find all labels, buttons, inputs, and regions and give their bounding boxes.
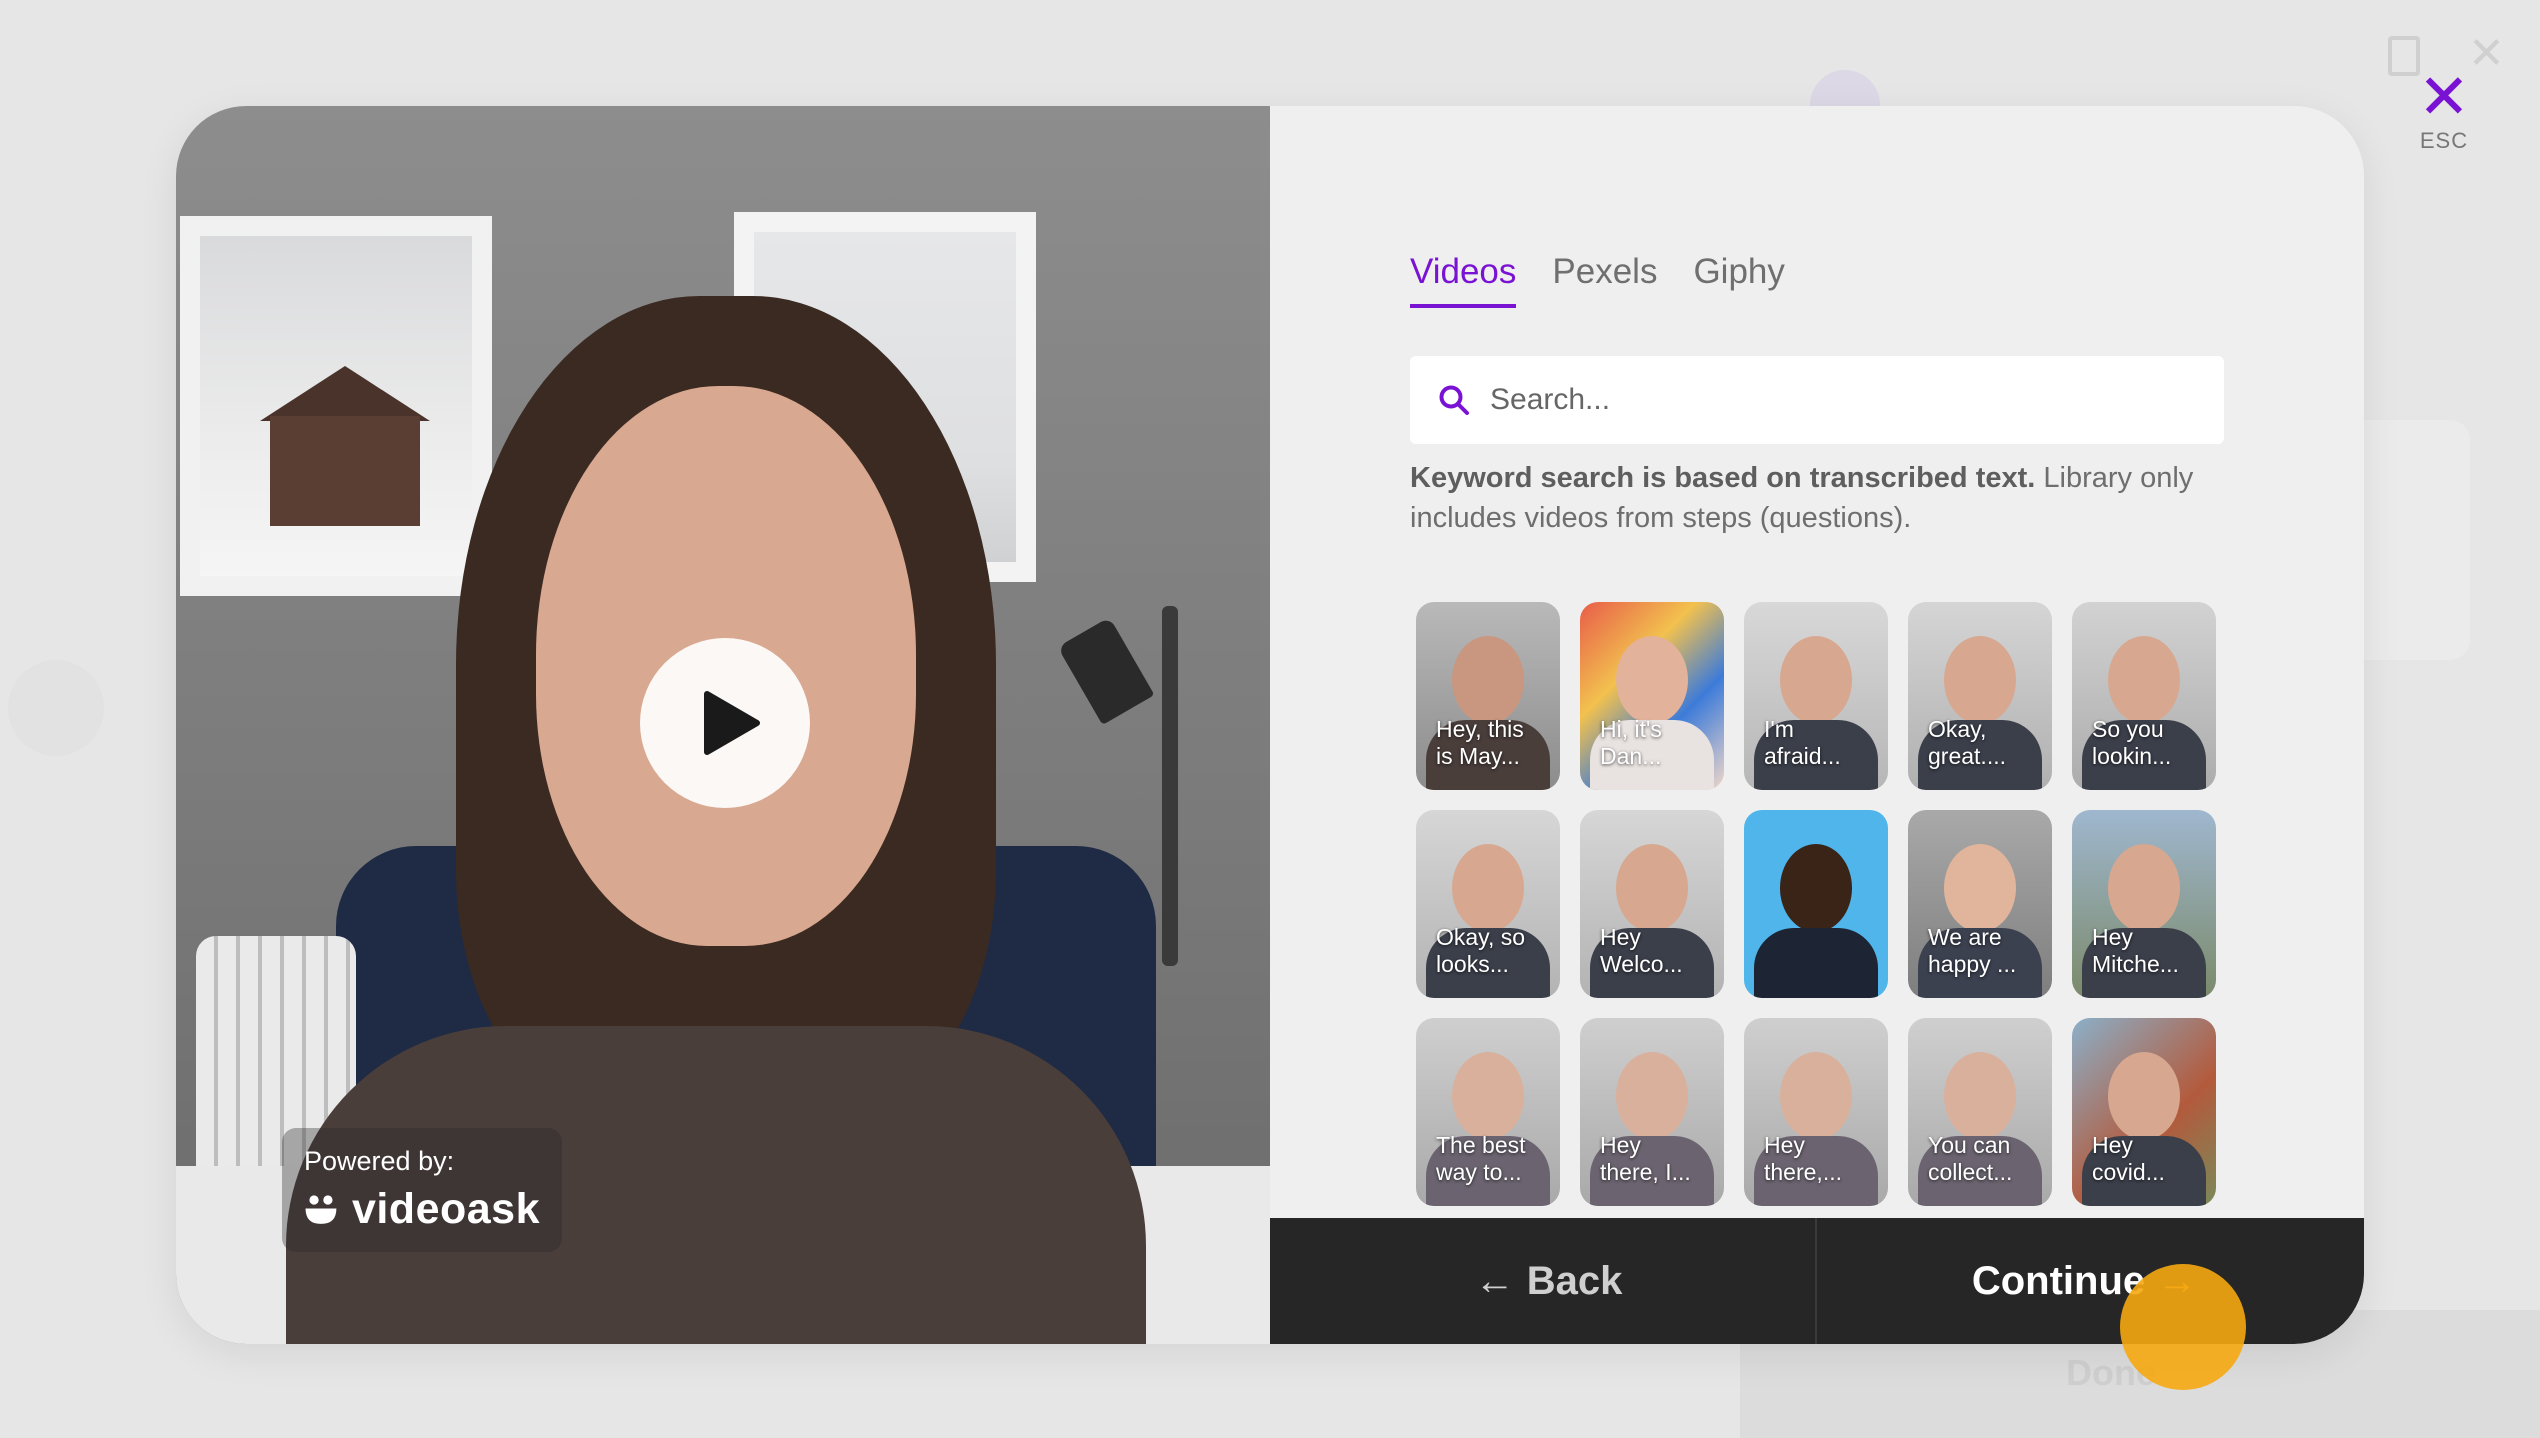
brand-name: videoask — [351, 1185, 540, 1233]
back-button[interactable]: ← Back — [1270, 1218, 1817, 1344]
lamp — [1057, 617, 1155, 725]
video-thumbnail[interactable]: Hey covid... — [2072, 1018, 2216, 1206]
library-pane: Videos Pexels Giphy Keyword search is ba… — [1270, 106, 2364, 1344]
video-thumbnail[interactable]: Okay, so looks... — [1416, 810, 1560, 998]
powered-by-label: Powered by: — [304, 1146, 455, 1176]
close-icon: ✕ — [2418, 63, 2470, 132]
arrow-left-icon: ← — [1474, 1258, 1515, 1303]
video-thumbnail[interactable]: Hey Welco... — [1580, 810, 1724, 998]
videoask-logo-icon — [305, 1194, 337, 1224]
play-button[interactable] — [640, 638, 810, 808]
search-hint: Keyword search is based on transcribed t… — [1410, 458, 2230, 538]
wall-picture — [180, 216, 492, 596]
video-thumbnail[interactable]: Hi, it's Dan... — [1580, 602, 1724, 790]
tab-giphy[interactable]: Giphy — [1693, 252, 1784, 308]
play-icon — [704, 691, 760, 755]
back-label: Back — [1526, 1258, 1623, 1303]
tab-videos[interactable]: Videos — [1410, 252, 1517, 308]
video-thumbnail[interactable]: Hey there,... — [1744, 1018, 1888, 1206]
close-modal-button[interactable]: ✕ ESC — [2416, 63, 2472, 154]
video-thumbnail[interactable]: Okay, great.... — [1908, 602, 2052, 790]
video-thumbnail[interactable]: So you lookin... — [2072, 602, 2216, 790]
video-thumbnail[interactable]: You can collect... — [1908, 1018, 2052, 1206]
video-thumbnail[interactable]: Hey there, I... — [1580, 1018, 1724, 1206]
close-icon: ✕ — [2468, 29, 2505, 78]
tab-pexels[interactable]: Pexels — [1552, 252, 1657, 308]
continue-button[interactable]: Continue → — [1817, 1218, 2364, 1344]
video-thumbnail[interactable]: The best way to... — [1416, 1018, 1560, 1206]
powered-by-badge[interactable]: Powered by: videoask — [282, 1128, 562, 1252]
video-thumbnail[interactable]: Hey Mitche... — [2072, 810, 2216, 998]
continue-label: Continue — [1971, 1258, 2146, 1303]
search-input[interactable] — [1490, 383, 2190, 417]
video-library-modal: Powered by: videoask Videos Pexels Giphy — [176, 106, 2364, 1344]
video-thumbnail[interactable]: Hey, this is May... — [1416, 602, 1560, 790]
add-icon — [8, 660, 104, 756]
search-box[interactable] — [1410, 356, 2224, 444]
search-hint-bold: Keyword search is based on transcribed t… — [1410, 462, 2036, 494]
video-thumbnail[interactable]: I'm afraid... — [1744, 602, 1888, 790]
video-thumbnail[interactable] — [1744, 810, 1888, 998]
video-preview[interactable]: Powered by: videoask — [176, 106, 1270, 1344]
search-icon — [1439, 385, 1469, 415]
video-thumbnail[interactable]: We are happy ... — [1908, 810, 2052, 998]
cursor-highlight — [2120, 1264, 2246, 1390]
source-tabs: Videos Pexels Giphy — [1410, 252, 1785, 308]
esc-label: ESC — [2419, 128, 2469, 153]
